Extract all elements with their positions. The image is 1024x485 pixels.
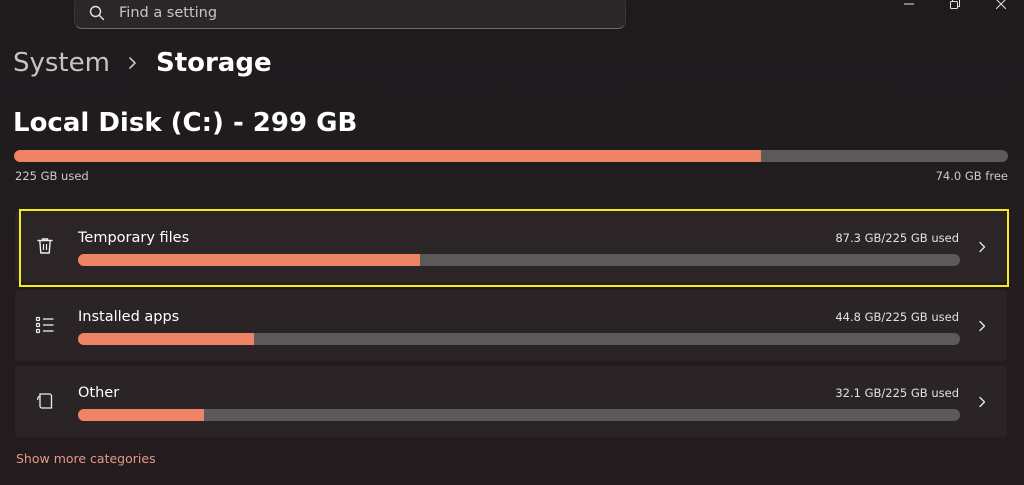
disk-title: Local Disk (C:) - 299 GB [13, 108, 358, 138]
window-controls [886, 0, 1024, 14]
document-icon [35, 391, 55, 411]
page-title: Storage [155, 48, 272, 78]
disk-usage-fill [14, 150, 762, 162]
disk-used-label: 225 GB used [15, 169, 89, 183]
category-usage-bar [78, 254, 960, 266]
close-icon [996, 0, 1006, 9]
category-usage-bar [78, 333, 960, 345]
disk-usage-bar [14, 150, 1008, 162]
search-box[interactable] [74, 0, 626, 29]
category-usage: 32.1 GB/225 GB used [835, 386, 959, 400]
search-icon [89, 5, 105, 21]
category-other[interactable]: Other 32.1 GB/225 GB used [15, 366, 1007, 437]
restore-icon [950, 0, 960, 9]
category-label: Installed apps [78, 309, 180, 325]
minimize-icon [904, 3, 914, 5]
disk-free-label: 74.0 GB free [935, 169, 1008, 183]
chevron-right-icon [977, 319, 987, 333]
category-usage-bar [78, 409, 960, 421]
category-usage: 44.8 GB/225 GB used [835, 310, 959, 324]
chevron-right-icon [977, 395, 987, 409]
category-usage: 87.3 GB/225 GB used [835, 231, 959, 245]
category-temporary-files[interactable]: Temporary files 87.3 GB/225 GB used [15, 211, 1007, 282]
breadcrumb: System Storage [13, 48, 272, 78]
close-button[interactable] [978, 0, 1024, 14]
search-input[interactable] [119, 4, 539, 21]
category-label: Temporary files [78, 230, 190, 246]
chevron-right-icon [128, 56, 138, 70]
restore-button[interactable] [932, 0, 978, 14]
show-more-categories-link[interactable]: Show more categories [16, 451, 156, 466]
minimize-button[interactable] [886, 0, 932, 14]
category-usage-fill [78, 409, 205, 421]
category-usage-fill [78, 333, 254, 345]
category-label: Other [78, 385, 120, 401]
breadcrumb-system[interactable]: System [13, 48, 110, 78]
app-list-icon [35, 315, 55, 335]
chevron-right-icon [977, 240, 987, 254]
trash-icon [35, 236, 55, 256]
category-installed-apps[interactable]: Installed apps 44.8 GB/225 GB used [15, 290, 1007, 361]
category-usage-fill [78, 254, 421, 266]
